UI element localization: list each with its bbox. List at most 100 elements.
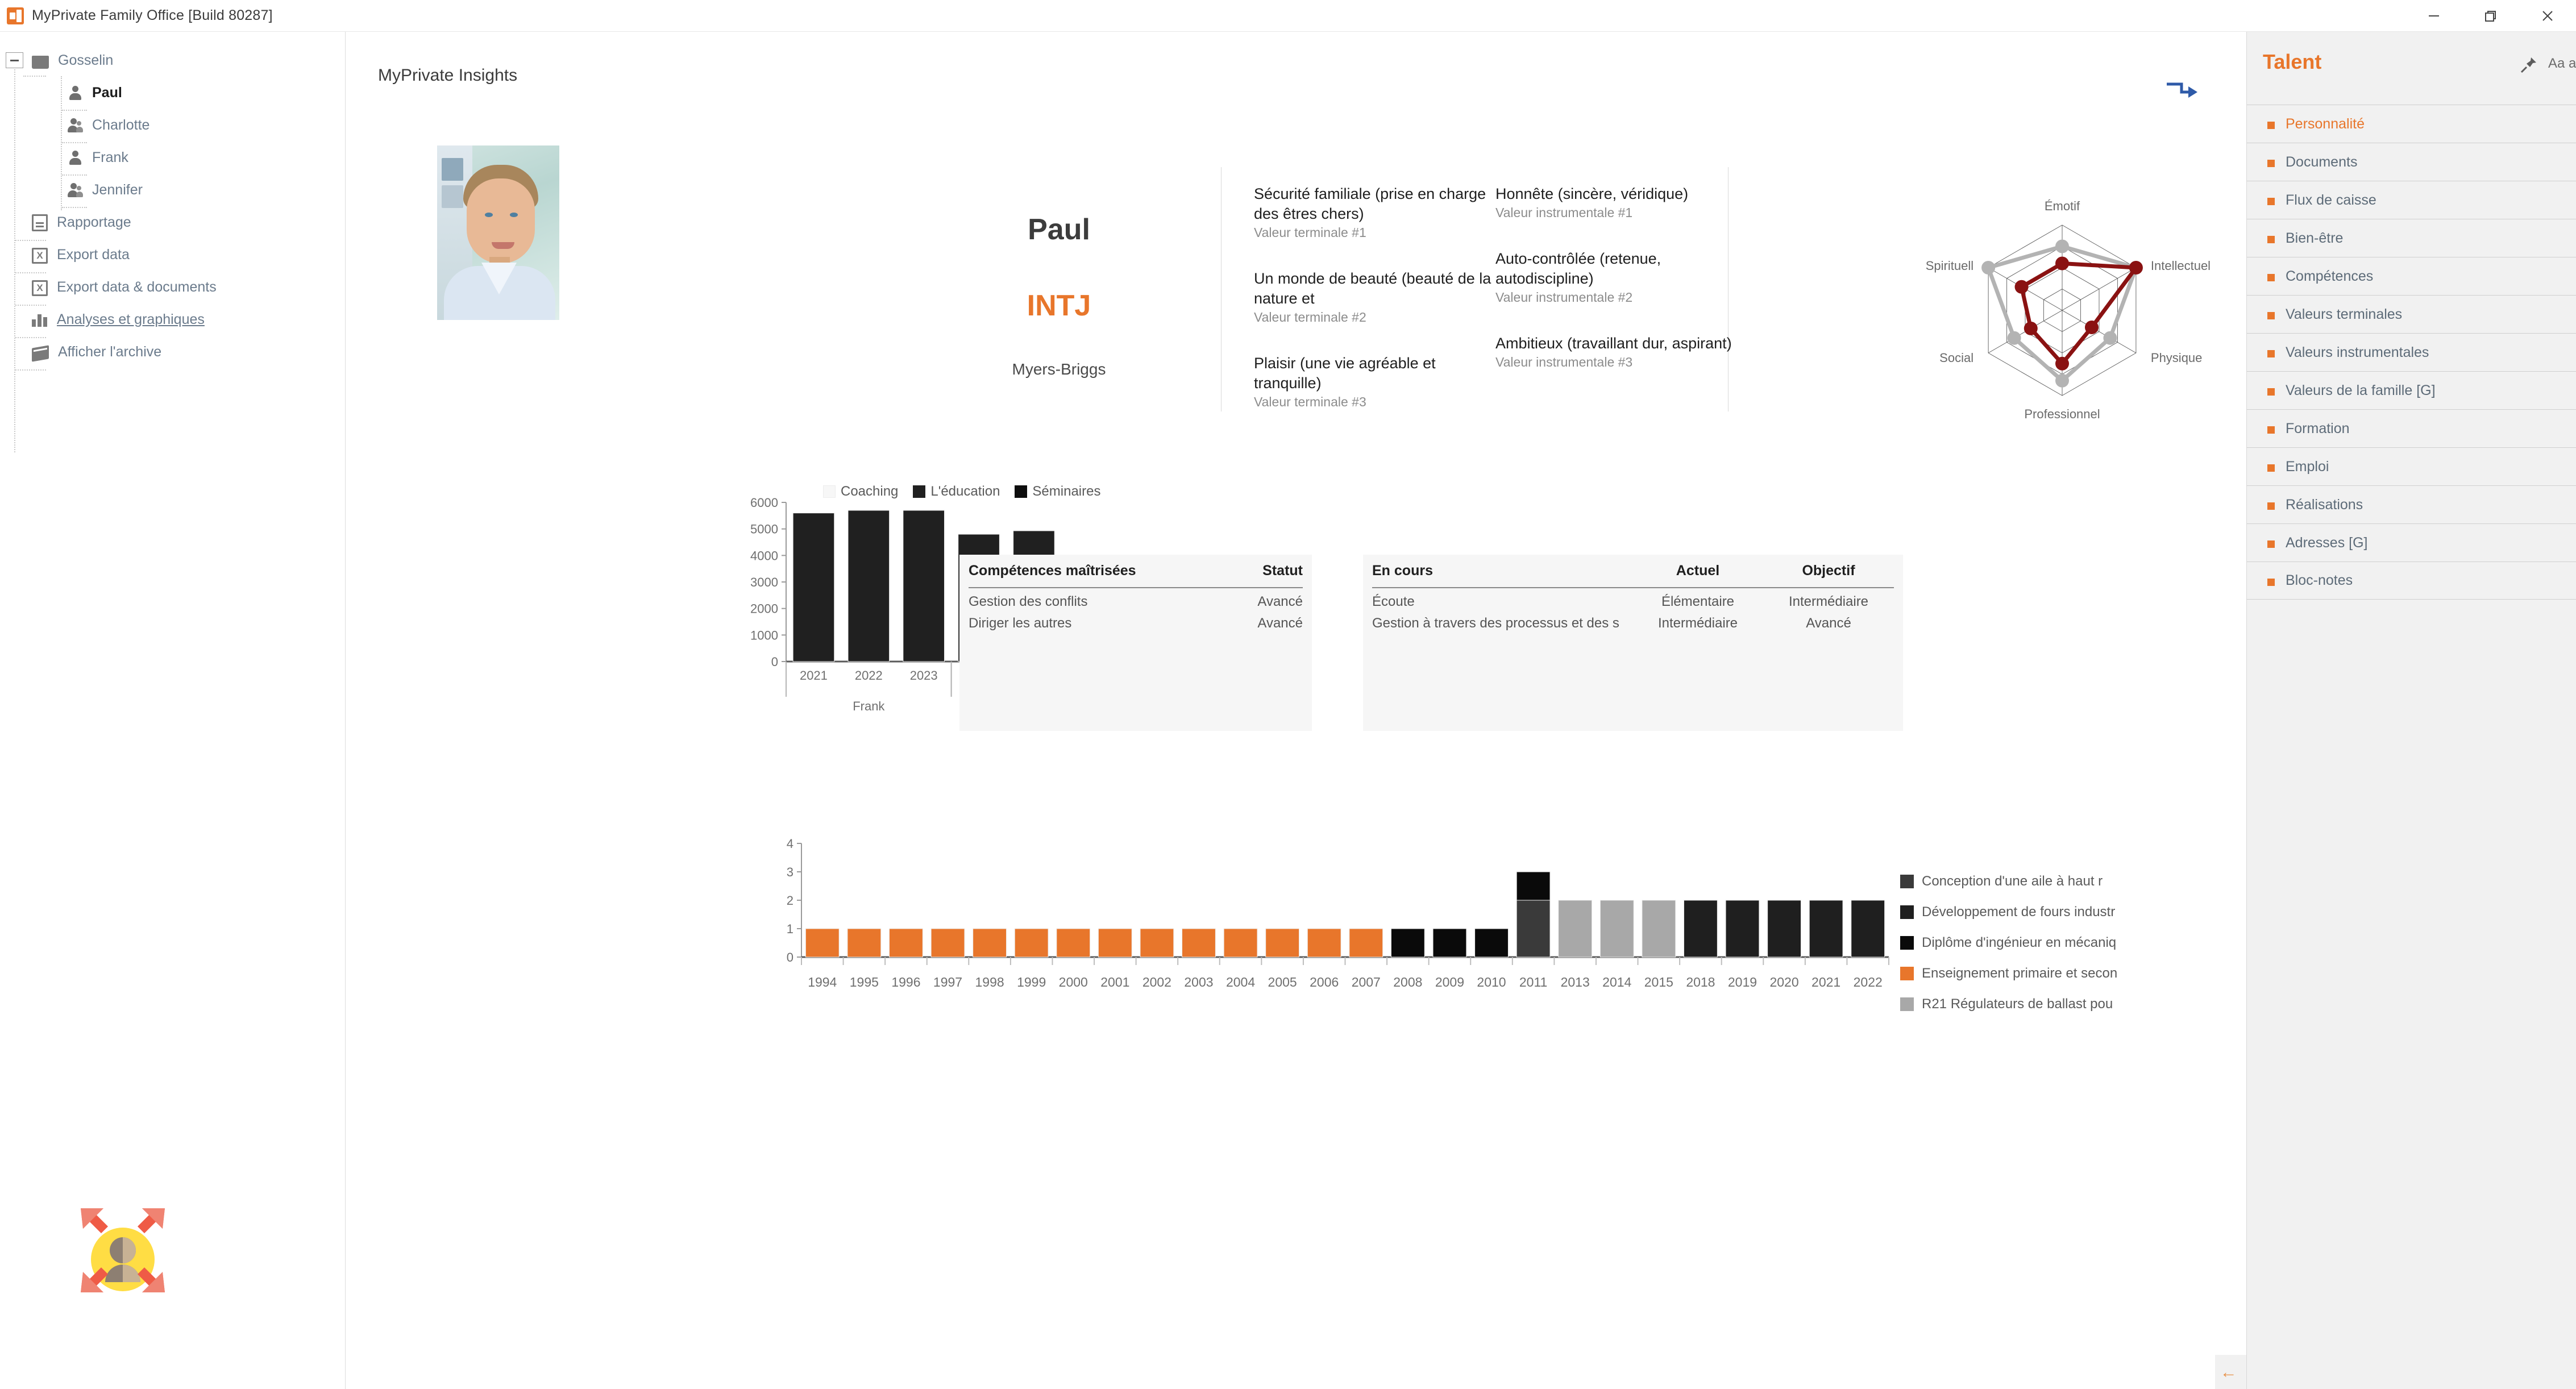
close-button[interactable] [2519, 0, 2576, 32]
sidebar-item-frank[interactable]: Frank [0, 142, 345, 174]
svg-text:2011: 2011 [1519, 975, 1547, 989]
table-row[interactable]: Écoute Élémentaire Intermédiaire [1363, 588, 1903, 610]
svg-text:5000: 5000 [750, 522, 778, 537]
right-panel-item-r-alisations[interactable]: Réalisations [2247, 485, 2576, 523]
svg-text:2005: 2005 [1268, 975, 1297, 989]
table-row[interactable]: Gestion à travers des processus et des s… [1363, 610, 1903, 631]
sidebar-item-jennifer[interactable]: Jennifer [0, 174, 345, 206]
value-item: Ambitieux (travaillant dur, aspirant) Va… [1495, 334, 1734, 370]
right-panel-item-valeurs-terminales[interactable]: Valeurs terminales [2247, 295, 2576, 333]
legend-item: Développement de fours industr [1900, 897, 2117, 928]
pin-icon[interactable] [2519, 55, 2539, 78]
career-timeline-chart: 0 1 2 3 4 1994 1995 1996 1997 1998 1999 2000 2001 200… [766, 833, 1897, 998]
svg-text:Émotif: Émotif [2045, 199, 2080, 213]
right-panel-item-adresses-g[interactable]: Adresses [G] [2247, 523, 2576, 562]
right-panel-item-formation[interactable]: Formation [2247, 409, 2576, 447]
tree-collapse-toggle[interactable] [6, 52, 23, 68]
svg-text:4: 4 [787, 837, 793, 851]
svg-text:2010: 2010 [1477, 975, 1506, 989]
right-panel-item-bien-tre[interactable]: Bien-être [2247, 219, 2576, 257]
value-item: Auto-contrôlée (retenue, autodiscipline)… [1495, 249, 1734, 305]
arrow-left-icon[interactable]: ← [2220, 1363, 2237, 1382]
svg-text:Intellectuel: Intellectuel [2151, 259, 2211, 273]
svg-text:2002: 2002 [1142, 975, 1171, 989]
svg-text:2006: 2006 [1310, 975, 1339, 989]
bullet-icon [2267, 579, 2275, 586]
svg-text:2018: 2018 [1686, 975, 1715, 989]
bullet-icon [2267, 350, 2275, 357]
terminal-values-column: Sécurité familiale (prise en charge des … [1254, 184, 1493, 438]
sidebar-item-label: Charlotte [92, 117, 150, 133]
career-timeline-legend: Conception d'une aile à haut r Développe… [1900, 866, 2117, 1020]
sidebar-item-export-data[interactable]: X Export data [0, 239, 345, 271]
sidebar-item-afficher-archive[interactable]: Afficher l'archive [0, 336, 345, 368]
sidebar-item-analyses-graphiques[interactable]: Analyses et graphiques [0, 303, 345, 336]
application-window: MyPrivate Family Office [Build 80287] Go… [0, 0, 2576, 1389]
svg-text:1999: 1999 [1017, 975, 1046, 989]
sidebar-item-label: Jennifer [92, 182, 143, 198]
svg-text:2007: 2007 [1352, 975, 1381, 989]
right-panel-item-comp-tences[interactable]: Compétences [2247, 257, 2576, 295]
table-row[interactable]: Gestion des conflits Avancé [959, 588, 1312, 610]
right-panel-item-emploi[interactable]: Emploi [2247, 447, 2576, 485]
value-subtitle: Valeur terminale #2 [1254, 310, 1366, 325]
font-size-toggle[interactable]: Aa aA [2548, 56, 2576, 72]
sidebar-item-gosselin[interactable]: Gosselin [0, 44, 345, 77]
sidebar-item-charlotte[interactable]: Charlotte [0, 109, 345, 142]
svg-text:2021: 2021 [1811, 975, 1840, 989]
bullet-icon [2267, 502, 2275, 510]
redo-arrow-icon[interactable] [2162, 80, 2200, 110]
table-cell: Gestion à travers des processus et des s [1372, 616, 1619, 631]
value-subtitle: Valeur instrumentale #1 [1495, 205, 1633, 220]
profile-type-code: INTJ [1027, 289, 1091, 322]
sidebar-item-export-data-documents[interactable]: X Export data & documents [0, 271, 345, 303]
svg-text:1998: 1998 [975, 975, 1004, 989]
legend-item: Conception d'une aile à haut r [1900, 866, 2117, 897]
table-header-row: Compétences maîtrisées Statut [959, 555, 1312, 579]
navigation-tree: Gosselin Paul Charlotte Frank Jennifer R… [0, 32, 345, 452]
right-panel-item-label: Compétences [2286, 268, 2374, 284]
right-panel-item-valeurs-de-la-famille-g[interactable]: Valeurs de la famille [G] [2247, 371, 2576, 409]
right-panel-item-valeurs-instrumentales[interactable]: Valeurs instrumentales [2247, 333, 2576, 371]
sidebar-item-label: Rapportage [57, 214, 131, 230]
svg-text:1996: 1996 [891, 975, 920, 989]
sidebar-item-paul[interactable]: Paul [0, 77, 345, 109]
sidebar-item-label: Export data & documents [57, 279, 217, 295]
svg-text:4000: 4000 [750, 548, 778, 563]
in-progress-table: En cours Actuel Objectif Écoute Élémenta… [1363, 555, 1903, 731]
minimize-button[interactable] [2405, 0, 2462, 32]
bullet-icon [2267, 312, 2275, 319]
instrumental-values-column: Honnête (sincère, véridique) Valeur inst… [1495, 184, 1734, 398]
bullet-icon [2267, 274, 2275, 281]
svg-text:Spirituell: Spirituell [1926, 259, 1973, 273]
right-panel-item-personnalit[interactable]: Personnalité [2247, 105, 2576, 143]
right-panel-item-flux-de-caisse[interactable]: Flux de caisse [2247, 181, 2576, 219]
legend-item: Enseignement primaire et secon [1900, 958, 2117, 989]
right-panel-item-bloc-notes[interactable]: Bloc-notes [2247, 562, 2576, 600]
column-header: Compétences maîtrisées [969, 563, 1136, 579]
column-header: Statut [1262, 563, 1303, 579]
table-cell: Intermédiaire [1788, 594, 1869, 609]
bar-chart-icon [32, 313, 48, 328]
svg-text:2001: 2001 [1100, 975, 1129, 989]
sidebar-item-label: Paul [92, 85, 122, 101]
value-title: Plaisir (une vie agréable et tranquille) [1254, 355, 1436, 392]
value-title: Ambitieux (travaillant dur, aspirant) [1495, 335, 1732, 352]
legend-swatch [1900, 936, 1914, 950]
legend-item: R21 Régulateurs de ballast pou [1900, 989, 2117, 1020]
svg-text:2015: 2015 [1644, 975, 1673, 989]
sidebar-item-rapportage[interactable]: Rapportage [0, 206, 345, 239]
legend-label: Conception d'une aile à haut r [1922, 874, 2103, 889]
sidebar-item-label: Analyses et graphiques [57, 311, 205, 327]
table-row[interactable]: Diriger les autres Avancé [959, 610, 1312, 631]
bullet-icon [2267, 160, 2275, 167]
right-panel-item-documents[interactable]: Documents [2247, 143, 2576, 181]
right-panel-item-label: Bloc-notes [2286, 572, 2353, 588]
svg-text:0: 0 [771, 655, 778, 669]
person-group-icon [67, 117, 83, 134]
restore-button[interactable] [2462, 0, 2519, 32]
bullet-icon [2267, 122, 2275, 129]
export-icon: X [32, 280, 48, 296]
sidebar-item-label: Export data [57, 247, 130, 263]
svg-text:1997: 1997 [933, 975, 962, 989]
